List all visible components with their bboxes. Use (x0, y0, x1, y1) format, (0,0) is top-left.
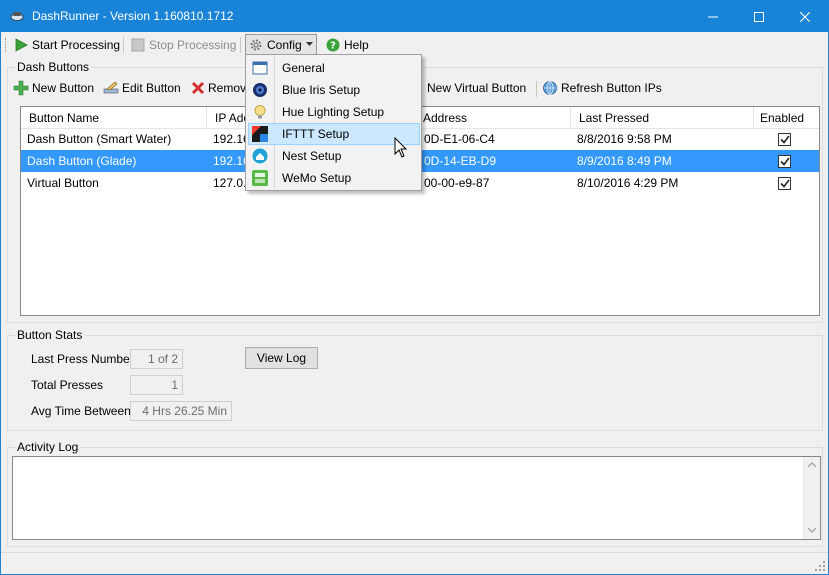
avg-time-between-label: Avg Time Between (31, 404, 131, 418)
stop-processing-button[interactable]: Stop Processing (128, 34, 239, 55)
menu-item-label: IFTTT Setup (282, 127, 350, 141)
toolbar-separator (240, 37, 241, 53)
resize-grip-icon[interactable] (815, 561, 825, 571)
remove-button-label: Remov (208, 81, 247, 95)
new-button-button[interactable]: New Button (13, 79, 94, 97)
menu-item-label: Blue Iris Setup (282, 83, 361, 97)
activity-log-group-label: Activity Log (15, 440, 81, 454)
config-label: Config (267, 37, 302, 52)
button-bar-separator (536, 81, 537, 97)
chevron-down-icon (305, 42, 313, 46)
window-icon (252, 61, 268, 75)
avg-time-between-field: 4 Hrs 26.25 Min (130, 401, 232, 421)
menu-item-hue-lighting-setup[interactable]: Hue Lighting Setup (248, 101, 420, 123)
remove-button-button[interactable]: Remov (191, 79, 246, 97)
new-virtual-button-label: New Virtual Button (427, 81, 527, 95)
blue-iris-icon (253, 83, 267, 97)
wemo-icon (252, 170, 268, 186)
help-label: Help (344, 37, 369, 52)
menu-item-blue-iris-setup[interactable]: Blue Iris Setup (248, 79, 420, 101)
column-header-label: Last Pressed (579, 111, 650, 125)
menu-item-label: Hue Lighting Setup (282, 105, 385, 119)
toolbar-separator (123, 37, 124, 53)
close-button[interactable] (782, 1, 828, 32)
title-bar[interactable]: DashRunner - Version 1.160810.1712 (1, 1, 828, 32)
last-press-number-field: 1 of 2 (130, 349, 183, 369)
activity-log-textbox[interactable] (12, 456, 821, 540)
menu-item-wemo-setup[interactable]: WeMo Setup (248, 167, 420, 189)
minimize-button[interactable] (690, 1, 736, 32)
enabled-checkbox[interactable] (778, 155, 791, 168)
cell-mac: 0D-14-EB-D9 (424, 154, 497, 168)
start-processing-label: Start Processing (32, 37, 121, 52)
window-title: DashRunner - Version 1.160810.1712 (32, 9, 234, 23)
close-icon (800, 11, 810, 22)
last-press-number-label: Last Press Number (31, 352, 134, 366)
column-header-button-name[interactable]: Button Name (21, 107, 207, 129)
status-bar (1, 552, 828, 574)
svg-text:?: ? (330, 40, 336, 51)
cell-last-pressed: 8/10/2016 4:29 PM (577, 176, 679, 190)
config-menu-button[interactable]: Config (245, 34, 317, 55)
remove-icon (191, 81, 205, 95)
globe-refresh-icon (543, 81, 557, 95)
button-stats-group-label: Button Stats (15, 328, 85, 342)
config-dropdown-menu: General Blue Iris Setup Hue Lighting Set… (245, 54, 422, 191)
edit-button-label: Edit Button (122, 81, 181, 95)
activity-log-scrollbar[interactable] (803, 457, 820, 539)
minimize-icon (708, 16, 718, 17)
edit-icon (103, 81, 119, 94)
column-header-last-pressed[interactable]: Last Pressed (571, 107, 754, 129)
help-icon: ? (326, 38, 340, 51)
dash-button-icon (10, 12, 24, 21)
new-button-label: New Button (32, 81, 95, 95)
play-icon (15, 37, 28, 52)
help-button[interactable]: ? Help (323, 34, 372, 55)
cell-button-name: Virtual Button (27, 176, 99, 190)
scroll-up-icon[interactable] (808, 462, 816, 467)
maximize-button[interactable] (736, 1, 782, 32)
column-header-label: Button Name (29, 111, 100, 125)
edit-button-button[interactable]: Edit Button (103, 79, 181, 97)
total-presses-field: 1 (130, 375, 183, 395)
stop-icon (131, 38, 145, 51)
scroll-down-icon[interactable] (808, 528, 816, 533)
maximize-icon (754, 11, 764, 22)
checkmark-icon (779, 179, 790, 188)
gear-icon (250, 39, 262, 50)
toolbar-grip[interactable] (5, 38, 7, 52)
refresh-button-ips-button[interactable]: Refresh Button IPs (542, 79, 662, 97)
cell-button-name: Dash Button (Smart Water) (27, 132, 172, 146)
cell-last-pressed: 8/9/2016 8:49 PM (577, 154, 672, 168)
new-virtual-button-button[interactable]: New Virtual Button (423, 79, 526, 97)
total-presses-label: Total Presses (31, 378, 104, 392)
cell-last-pressed: 8/8/2016 9:58 PM (577, 132, 672, 146)
lightbulb-icon (254, 105, 266, 119)
ifttt-icon (252, 126, 268, 142)
plus-icon (13, 80, 29, 96)
checkmark-icon (779, 135, 790, 144)
menu-item-label: Nest Setup (282, 149, 342, 163)
menu-item-general[interactable]: General (248, 57, 420, 79)
enabled-checkbox[interactable] (778, 177, 791, 190)
view-log-button[interactable]: View Log (245, 347, 318, 369)
cell-mac: 0D-E1-06-C4 (424, 132, 495, 146)
main-window: DashRunner - Version 1.160810.1712 Start… (0, 0, 829, 575)
dash-buttons-group-label: Dash Buttons (15, 60, 92, 74)
nest-icon (252, 148, 268, 164)
menu-item-label: General (282, 61, 325, 75)
cell-mac: 00-00-e9-87 (424, 176, 490, 190)
menu-item-label: WeMo Setup (282, 171, 352, 185)
enabled-checkbox[interactable] (778, 133, 791, 146)
cell-button-name: Dash Button (Glade) (27, 154, 137, 168)
start-processing-button[interactable]: Start Processing (11, 34, 123, 55)
column-header-label: Address (423, 111, 468, 125)
refresh-button-ips-label: Refresh Button IPs (561, 81, 662, 95)
checkmark-icon (779, 157, 790, 166)
column-header-label: Enabled (760, 111, 805, 125)
column-header-enabled[interactable]: Enabled (754, 107, 819, 129)
mouse-pointer-icon (394, 137, 408, 158)
stop-processing-label: Stop Processing (149, 37, 237, 52)
